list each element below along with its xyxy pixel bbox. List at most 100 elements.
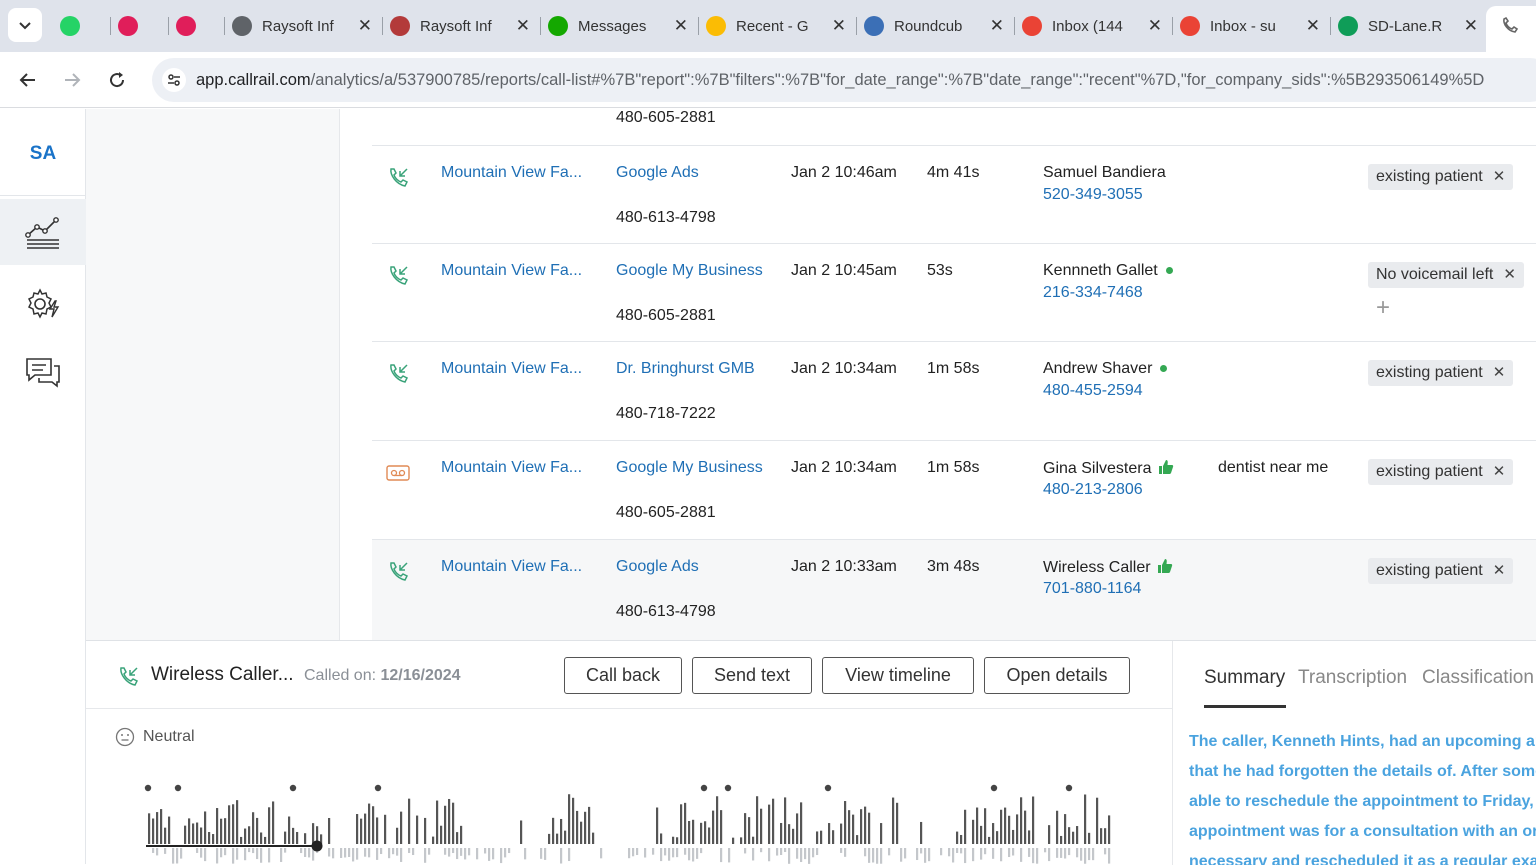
playhead-handle[interactable] xyxy=(311,840,323,852)
tab-separator xyxy=(168,17,169,35)
speaker-marker[interactable] xyxy=(289,784,297,792)
close-tab-icon[interactable]: ✕ xyxy=(1306,16,1320,36)
browser-tab[interactable] xyxy=(176,7,206,45)
waveform-bar xyxy=(992,848,995,859)
call-row[interactable]: Mountain View Fa... Dr. Bringhurst GMB 480… xyxy=(372,341,1536,440)
tracking-number: 480-605-2881 xyxy=(616,504,716,521)
summary-line: appointment was for a consultation with … xyxy=(1189,823,1536,840)
call-row[interactable]: Mountain View Fa... Google My Business 480… xyxy=(372,440,1536,539)
waveform-bar xyxy=(200,848,203,858)
waveform-bar xyxy=(632,848,635,857)
waveform-bar xyxy=(800,802,803,844)
close-tab-icon[interactable]: ✕ xyxy=(674,16,688,36)
forward-button[interactable] xyxy=(57,65,87,95)
tab-transcription[interactable]: Transcription xyxy=(1298,667,1407,689)
remove-tag-icon[interactable]: ✕ xyxy=(1493,168,1506,185)
site-info-icon[interactable] xyxy=(162,68,186,92)
call-row[interactable]: Mountain View Fa... Google Ads 480-613-479… xyxy=(372,145,1536,243)
close-tab-icon[interactable]: ✕ xyxy=(990,16,1004,36)
waveform-bar xyxy=(980,848,983,860)
speaker-marker[interactable] xyxy=(174,784,182,792)
source-link[interactable]: Google My Business xyxy=(616,459,763,477)
gmail-icon xyxy=(1022,16,1042,36)
call-back-button[interactable]: Call back xyxy=(564,657,682,694)
close-tab-icon[interactable]: ✕ xyxy=(358,16,372,36)
browser-tab[interactable] xyxy=(60,7,90,45)
caller-phone-link[interactable]: 520-349-3055 xyxy=(1043,186,1143,204)
tab-summary[interactable]: Summary xyxy=(1204,667,1285,689)
source-link[interactable]: Google Ads xyxy=(616,558,699,576)
call-duration: 1m 58s xyxy=(927,360,980,377)
tab-separator xyxy=(856,17,857,35)
waveform-bar xyxy=(956,831,959,844)
browser-tab[interactable] xyxy=(118,7,148,45)
company-link[interactable]: Mountain View Fa... xyxy=(441,558,582,576)
speaker-marker[interactable] xyxy=(700,784,708,792)
remove-tag-icon[interactable]: ✕ xyxy=(1493,463,1506,480)
company-link[interactable]: Mountain View Fa... xyxy=(441,164,582,182)
browser-tab[interactable]: SD-Lane.R ✕ xyxy=(1338,7,1478,45)
rail-divider xyxy=(0,195,86,196)
nav-analytics[interactable] xyxy=(0,199,86,265)
reload-button[interactable] xyxy=(102,65,132,95)
close-tab-icon[interactable]: ✕ xyxy=(832,16,846,36)
google-drive-icon xyxy=(706,16,726,36)
browser-tab[interactable]: Raysoft Inf ✕ xyxy=(390,7,530,45)
close-tab-icon[interactable]: ✕ xyxy=(1464,16,1478,36)
close-tab-icon[interactable]: ✕ xyxy=(516,16,530,36)
waveform-bar xyxy=(960,834,963,844)
close-tab-icon[interactable]: ✕ xyxy=(1148,16,1162,36)
call-row[interactable]: Mountain View Fa... Google Ads 480-613-479… xyxy=(372,539,1536,640)
waveform-bar xyxy=(760,848,763,853)
remove-tag-icon[interactable]: ✕ xyxy=(1503,266,1516,283)
speaker-marker[interactable] xyxy=(990,784,998,792)
browser-tab[interactable]: Messages ✕ xyxy=(548,7,688,45)
send-text-button[interactable]: Send text xyxy=(692,657,812,694)
remove-tag-icon[interactable]: ✕ xyxy=(1493,562,1506,579)
browser-tab[interactable]: Inbox - su ✕ xyxy=(1180,7,1320,45)
caller-phone-link[interactable]: 480-455-2594 xyxy=(1043,382,1143,400)
summary-line: that he had forgotten the details of. Af… xyxy=(1189,763,1536,780)
company-link[interactable]: Mountain View Fa... xyxy=(441,459,582,477)
caller-phone-link[interactable]: 701-880-1164 xyxy=(1043,580,1141,598)
nav-conversations[interactable] xyxy=(0,339,86,405)
company-link[interactable]: Mountain View Fa... xyxy=(441,262,582,280)
company-link[interactable]: Mountain View Fa... xyxy=(441,360,582,378)
speaker-marker[interactable] xyxy=(824,784,832,792)
source-link[interactable]: Google My Business xyxy=(616,262,763,280)
source-link[interactable]: Google Ads xyxy=(616,164,699,182)
waveform-bar xyxy=(684,848,687,855)
waveform-bar xyxy=(444,848,447,855)
browser-tab[interactable]: Roundcub ✕ xyxy=(864,7,1004,45)
remove-tag-icon[interactable]: ✕ xyxy=(1493,364,1506,381)
back-button[interactable] xyxy=(13,65,43,95)
audio-waveform[interactable] xyxy=(142,781,1112,865)
tab-classification[interactable]: Classification xyxy=(1422,667,1534,689)
waveform-bar xyxy=(952,848,955,863)
address-bar[interactable]: app.callrail.com/analytics/a/537900785/r… xyxy=(152,58,1536,102)
speaker-marker[interactable] xyxy=(724,784,732,792)
browser-tab[interactable]: Recent - G ✕ xyxy=(706,7,846,45)
waveform-bar xyxy=(364,813,367,844)
active-tab[interactable] xyxy=(1486,6,1536,52)
source-link[interactable]: Dr. Bringhurst GMB xyxy=(616,360,755,378)
add-tag-icon[interactable]: + xyxy=(1376,294,1390,322)
call-row[interactable]: Mountain View Fa... Google My Business 480… xyxy=(372,243,1536,341)
tab-search-button[interactable] xyxy=(8,8,42,42)
waveform-bar xyxy=(1088,832,1091,844)
speaker-marker[interactable] xyxy=(374,784,382,792)
caller-phone-link[interactable]: 480-213-2806 xyxy=(1043,481,1143,499)
waveform-bar xyxy=(232,804,235,844)
caller-phone-link[interactable]: 216-334-7468 xyxy=(1043,284,1143,302)
nav-settings[interactable] xyxy=(0,271,86,337)
callrail-icon xyxy=(1503,16,1519,33)
account-avatar[interactable]: SA xyxy=(0,143,86,165)
waveform-bar xyxy=(668,848,671,861)
url-text: app.callrail.com/analytics/a/537900785/r… xyxy=(196,71,1484,90)
speaker-marker[interactable] xyxy=(144,784,152,792)
browser-tab[interactable]: Raysoft Inf ✕ xyxy=(232,7,372,45)
open-details-button[interactable]: Open details xyxy=(984,657,1130,694)
speaker-marker[interactable] xyxy=(1065,784,1073,792)
browser-tab[interactable]: Inbox (144 ✕ xyxy=(1022,7,1162,45)
view-timeline-button[interactable]: View timeline xyxy=(822,657,974,694)
